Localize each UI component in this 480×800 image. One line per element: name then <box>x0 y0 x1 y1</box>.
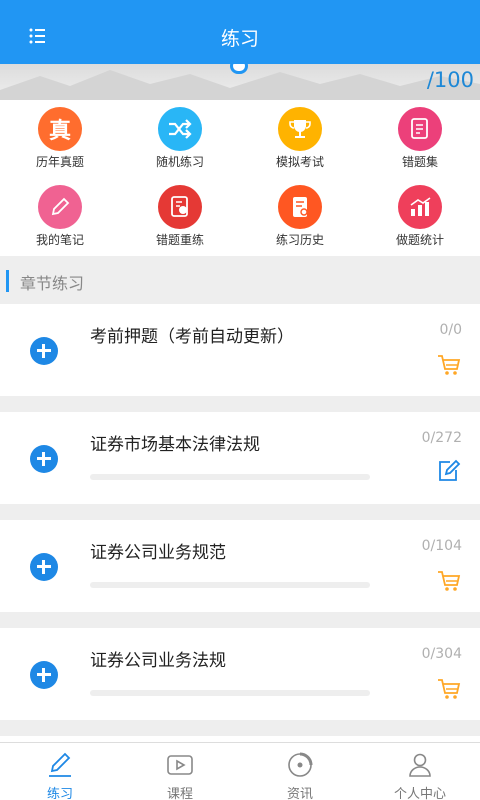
cart-icon[interactable] <box>436 352 462 378</box>
tab-label: 资讯 <box>286 787 313 800</box>
retry-notebook-icon <box>158 185 202 229</box>
chapter-card[interactable]: 考前押题（考前自动更新） 0/0 <box>0 304 480 396</box>
expand-plus-icon[interactable] <box>30 553 58 581</box>
tab-label: 练习 <box>46 787 73 800</box>
expand-plus-icon[interactable] <box>30 337 58 365</box>
chapter-card[interactable]: 证券市场基本法律法规 0/272 <box>0 412 480 504</box>
edit-icon[interactable] <box>436 458 462 484</box>
chapter-progress-count: 0/0 <box>439 322 462 338</box>
pencil-icon <box>38 185 82 229</box>
bottom-tab-bar: 练习 课程 资讯 个人中心 <box>0 742 480 800</box>
expand-plus-icon[interactable] <box>30 661 58 689</box>
tab-news[interactable]: 资讯 <box>240 743 360 800</box>
feature-grid: 真 历年真题 随机练习 模拟考试 错题集 我的笔记 错题重练 练习历史 做题统计 <box>0 100 480 256</box>
chapter-progress-count: 0/304 <box>421 646 462 662</box>
chapter-card[interactable]: 证券公司业务规范 0/104 <box>0 520 480 612</box>
tab-label: 个人中心 <box>393 787 446 800</box>
feature-statistics[interactable]: 做题统计 <box>360 178 480 256</box>
chapter-name: 证券公司业务法规 <box>90 651 226 671</box>
section-title: 章节练习 <box>20 274 85 293</box>
notebook-icon <box>398 107 442 151</box>
chapter-section-header: 章节练习 <box>0 256 480 304</box>
feature-wrong-questions[interactable]: 错题集 <box>360 100 480 178</box>
pen-icon <box>49 752 71 777</box>
disc-icon <box>288 752 313 777</box>
score-total: /100 <box>426 68 474 92</box>
cart-icon[interactable] <box>436 676 462 702</box>
feature-label: 做题统计 <box>395 233 444 247</box>
tab-label: 课程 <box>166 787 193 800</box>
app-header: 练习 <box>0 0 480 68</box>
feature-random-practice[interactable]: 随机练习 <box>120 100 240 178</box>
tab-courses[interactable]: 课程 <box>120 743 240 800</box>
bar-chart-icon <box>398 185 442 229</box>
video-play-icon <box>167 755 193 775</box>
feature-past-exams[interactable]: 真 历年真题 <box>0 100 120 178</box>
feature-redo-wrong[interactable]: 错题重练 <box>120 178 240 256</box>
tab-practice[interactable]: 练习 <box>0 743 120 800</box>
progress-bar <box>90 690 370 696</box>
cart-icon[interactable] <box>436 568 462 594</box>
tab-profile[interactable]: 个人中心 <box>360 743 480 800</box>
trophy-icon <box>278 107 322 151</box>
history-icon <box>278 185 322 229</box>
progress-bar <box>90 582 370 588</box>
feature-my-notes[interactable]: 我的笔记 <box>0 178 120 256</box>
chapter-name: 考前押题（考前自动更新） <box>90 327 294 347</box>
feature-label: 练习历史 <box>275 233 324 247</box>
feature-label: 错题重练 <box>155 233 204 247</box>
chapter-progress-count: 0/272 <box>421 430 462 446</box>
feature-practice-history[interactable]: 练习历史 <box>240 178 360 256</box>
feature-label: 随机练习 <box>155 155 204 169</box>
person-icon <box>409 753 431 777</box>
section-accent <box>6 270 9 292</box>
progress-bar <box>90 474 370 480</box>
page-title: 练习 <box>220 28 259 50</box>
shuffle-icon <box>158 107 202 151</box>
chapter-name: 证券市场基本法律法规 <box>90 435 260 455</box>
feature-label: 模拟考试 <box>275 155 324 169</box>
feature-label: 我的笔记 <box>35 233 84 247</box>
zhen-character-icon: 真 <box>38 107 82 151</box>
chapter-card[interactable]: 证券公司业务法规 0/304 <box>0 628 480 720</box>
feature-mock-exam[interactable]: 模拟考试 <box>240 100 360 178</box>
chapter-progress-count: 0/104 <box>421 538 462 554</box>
feature-label: 错题集 <box>401 155 438 169</box>
chapter-name: 证券公司业务规范 <box>90 543 226 563</box>
expand-plus-icon[interactable] <box>30 445 58 473</box>
feature-label: 历年真题 <box>35 155 84 169</box>
score-banner: /100 <box>0 64 480 100</box>
